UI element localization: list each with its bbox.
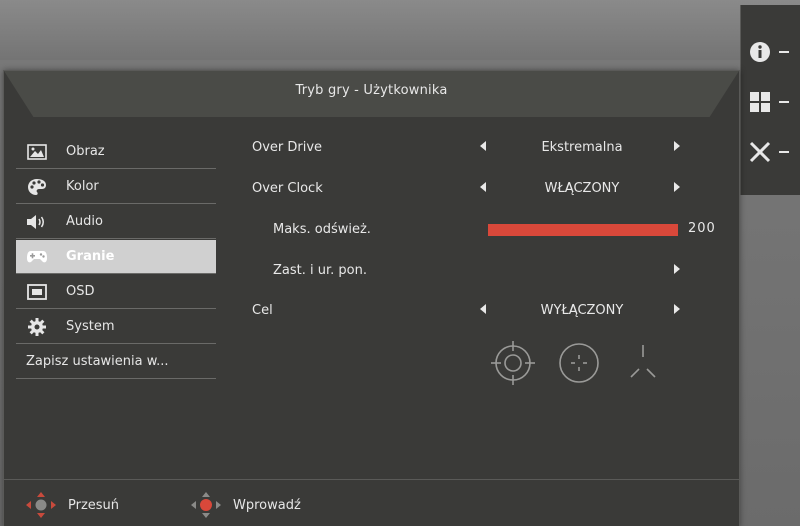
speaker-icon	[26, 213, 48, 231]
arrow-right-icon[interactable]	[674, 304, 680, 314]
sidebar-item-kolor[interactable]: Kolor	[16, 170, 216, 204]
over-clock-label: Over Clock	[252, 181, 323, 196]
arrow-right-icon[interactable]	[674, 264, 680, 274]
arrow-left-icon[interactable]	[480, 304, 486, 314]
function-bar	[740, 5, 800, 195]
max-refresh-value: 200	[688, 221, 716, 236]
crosshair-circle-icon[interactable]	[491, 341, 535, 385]
sidebar-item-osd[interactable]: OSD	[16, 275, 216, 309]
sidebar-item-label: Audio	[66, 214, 103, 229]
sidebar-item-label: Obraz	[66, 144, 105, 159]
max-refresh-slider-fill	[488, 224, 678, 236]
arrow-left-icon[interactable]	[480, 182, 486, 192]
gamepad-icon	[26, 248, 48, 266]
dpad-enter-icon	[191, 492, 221, 518]
close-indicator	[779, 151, 789, 153]
gear-icon	[26, 317, 48, 336]
over-drive-label: Over Drive	[252, 140, 323, 155]
arrow-left-icon[interactable]	[480, 141, 486, 151]
close-icon	[749, 141, 771, 163]
info-indicator	[779, 51, 789, 53]
info-button[interactable]	[749, 37, 799, 67]
cel-value: WYŁĄCZONY	[540, 303, 624, 318]
arrow-right-icon[interactable]	[674, 141, 680, 151]
setting-cel[interactable]: Cel WYŁĄCZONY	[252, 300, 722, 322]
mode-button[interactable]	[749, 87, 799, 117]
over-clock-value: WŁĄCZONY	[544, 181, 620, 196]
sidebar-item-label: System	[66, 319, 115, 334]
footer-enter-label: Wprowadź	[233, 497, 301, 513]
cel-label: Cel	[252, 303, 273, 318]
sidebar-item-label: OSD	[66, 284, 95, 299]
sidebar-item-label: Granie	[66, 249, 115, 264]
osd-panel: Tryb gry - Użytkownika Obraz Kolor Audio…	[3, 70, 740, 526]
sidebar-item-system[interactable]: System	[16, 310, 216, 344]
grid-icon	[750, 92, 770, 112]
osd-footer: Przesuń Wprowadź	[4, 479, 739, 526]
zast-label: Zast. i ur. pon.	[273, 263, 367, 278]
top-bezel-area	[0, 0, 800, 60]
setting-over-drive[interactable]: Over Drive Ekstremalna	[252, 137, 722, 159]
setting-max-refresh[interactable]: Maks. odśwież. 200	[252, 219, 732, 241]
setting-over-clock[interactable]: Over Clock WŁĄCZONY	[252, 178, 722, 200]
close-button[interactable]	[749, 137, 799, 167]
footer-move-label: Przesuń	[68, 497, 120, 513]
palette-icon	[26, 178, 48, 196]
crosshair-dot-icon[interactable]	[559, 343, 599, 383]
sidebar: Obraz Kolor Audio Granie OSD System Zapi…	[16, 135, 216, 380]
sidebar-item-label: Kolor	[66, 179, 99, 194]
osd-icon	[26, 283, 48, 301]
sidebar-item-save-settings[interactable]: Zapisz ustawienia w...	[16, 345, 216, 379]
sidebar-item-granie[interactable]: Granie	[16, 240, 216, 274]
info-icon	[750, 42, 770, 62]
crosshair-options	[491, 341, 671, 385]
over-drive-value: Ekstremalna	[541, 140, 623, 155]
footer-enter: Wprowadź	[191, 492, 301, 518]
arrow-right-icon[interactable]	[674, 182, 680, 192]
dpad-move-icon	[26, 492, 56, 518]
sidebar-item-label: Zapisz ustawienia w...	[26, 354, 169, 369]
crosshair-tri-icon[interactable]	[630, 345, 656, 378]
setting-zast[interactable]: Zast. i ur. pon.	[252, 260, 722, 282]
grid-indicator	[779, 101, 789, 103]
footer-move: Przesuń	[26, 492, 119, 518]
sidebar-item-audio[interactable]: Audio	[16, 205, 216, 239]
max-refresh-slider[interactable]	[488, 224, 678, 236]
page-title: Tryb gry - Użytkownika	[295, 83, 448, 98]
max-refresh-label: Maks. odśwież.	[273, 222, 371, 237]
image-icon	[26, 143, 48, 161]
monitor-screen: Tryb gry - Użytkownika Obraz Kolor Audio…	[0, 0, 800, 526]
sidebar-item-obraz[interactable]: Obraz	[16, 135, 216, 169]
